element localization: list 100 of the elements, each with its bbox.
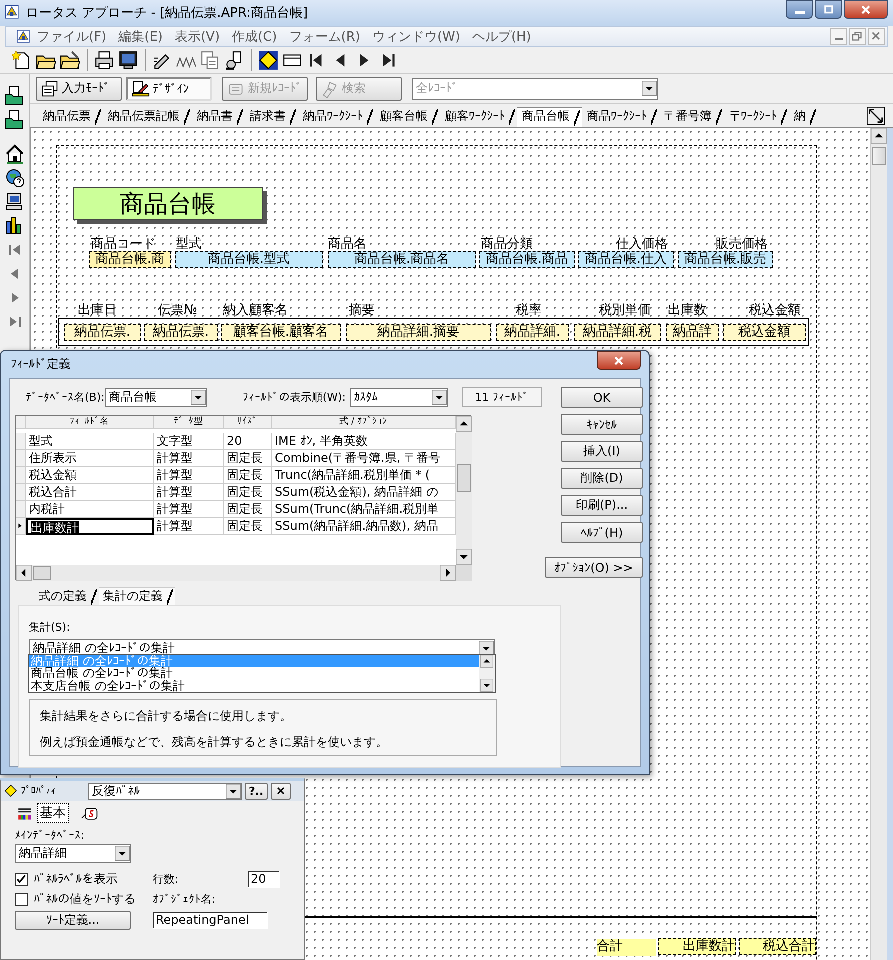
folder-icon[interactable]: [60, 50, 81, 70]
chart-icon[interactable]: [4, 216, 24, 236]
form-field[interactable]: 納品伝票.: [64, 324, 141, 341]
repeating-panel[interactable]: [58, 318, 809, 346]
column-header[interactable]: 式 / ｵﾌﾟｼｮﾝ: [272, 416, 456, 429]
scroll-thumb[interactable]: [872, 147, 886, 165]
computer-icon[interactable]: [4, 192, 24, 212]
row-count-field[interactable]: 20: [248, 871, 280, 888]
scroll-up-icon[interactable]: [456, 416, 472, 432]
scroll-down-icon[interactable]: [479, 679, 495, 692]
caret-icon[interactable]: [226, 784, 241, 798]
document-icon[interactable]: [16, 29, 31, 44]
form-field[interactable]: 顧客台帳.顧客名: [221, 324, 341, 341]
menu-item[interactable]: 作成(C): [226, 28, 284, 46]
table-cell[interactable]: 税込合計: [26, 484, 154, 501]
vertical-scrollbar[interactable]: [870, 128, 887, 960]
scroll-left-icon[interactable]: [16, 565, 32, 581]
form-field[interactable]: 納品伝票.: [144, 324, 218, 341]
options-button[interactable]: ｵﾌﾟｼｮﾝ(O) >>: [545, 557, 643, 578]
menu-item[interactable]: 表示(V): [168, 28, 226, 46]
scroll-up-icon[interactable]: [871, 128, 887, 144]
column-header[interactable]: ﾌｨｰﾙﾄﾞ名: [26, 416, 154, 429]
scroll-thumb[interactable]: [33, 566, 51, 580]
form-field[interactable]: 税込金額: [723, 324, 806, 341]
menu-item[interactable]: ファイル(F): [31, 28, 113, 46]
table-cell[interactable]: 型式: [26, 433, 154, 450]
folder-icon[interactable]: [4, 86, 24, 106]
scroll-up-icon[interactable]: [479, 655, 495, 668]
form-field[interactable]: 税込合計: [739, 938, 816, 955]
caret-icon[interactable]: [432, 390, 448, 404]
object-name-label: ｵﾌﾞｼﾞｪｸﾄ名:: [153, 892, 217, 907]
menu-item[interactable]: ウィンドウ(W): [366, 28, 466, 46]
form-field[interactable]: 商品台帳.型式: [175, 251, 323, 268]
input-mode-button[interactable]: 入力ﾓｰﾄﾞ: [36, 76, 122, 100]
minimize-button[interactable]: [830, 28, 847, 45]
pages-icon[interactable]: [200, 50, 221, 70]
form-field[interactable]: 出庫数計: [658, 938, 736, 955]
close-button[interactable]: [270, 782, 291, 800]
restore-button[interactable]: [849, 28, 866, 45]
object-name-field[interactable]: RepeatingPanel: [153, 912, 268, 929]
vertical-scrollbar[interactable]: [456, 416, 472, 565]
form-field[interactable]: 商品台帳.販売: [678, 251, 773, 268]
help-button[interactable]: ﾍﾙﾌﾟ(H): [561, 522, 643, 543]
close-button[interactable]: [597, 351, 641, 370]
scroll-down-icon[interactable]: [456, 549, 472, 565]
form-field[interactable]: 商品台帳.商品: [479, 251, 575, 268]
scroll-right-icon[interactable]: [440, 565, 456, 581]
column-header[interactable]: ｻｲｽﾞ: [224, 416, 272, 429]
delete-button[interactable]: 削除(D): [561, 468, 643, 489]
scroll-thumb[interactable]: [457, 464, 471, 492]
menu-item[interactable]: フォーム(R): [283, 28, 366, 46]
diamond-icon[interactable]: [258, 50, 279, 70]
table-cell[interactable]: 出庫数計: [26, 518, 154, 535]
form-field[interactable]: 納品詳細.摘要: [346, 324, 491, 341]
help-button[interactable]: ?..: [245, 782, 268, 800]
form-field[interactable]: 商品台帳.仕入: [578, 251, 674, 268]
close-button[interactable]: [844, 0, 888, 19]
sort-definition-button[interactable]: ｿｰﾄ定義...: [15, 911, 131, 930]
form-field[interactable]: 納品詳: [666, 324, 719, 341]
horizontal-scrollbar[interactable]: [16, 565, 456, 581]
help-icon[interactable]: [4, 168, 24, 188]
list-option[interactable]: 本支店台帳 の全ﾚｺｰﾄﾞの集計: [29, 680, 479, 692]
house-icon[interactable]: [4, 144, 24, 164]
menu-item[interactable]: ヘルプ(H): [466, 28, 538, 46]
resize-corner-icon[interactable]: [867, 106, 885, 124]
table-cell[interactable]: 住所表示: [26, 450, 154, 467]
minimize-button[interactable]: [786, 0, 813, 19]
row-selector[interactable]: [16, 518, 26, 535]
monitor-icon[interactable]: [118, 50, 139, 70]
column-header[interactable]: ﾃﾞｰﾀ型: [154, 416, 224, 429]
caret-icon[interactable]: [479, 640, 494, 656]
order-dropdown[interactable]: ｶｽﾀﾑ: [350, 388, 448, 406]
caret-icon[interactable]: [115, 846, 130, 861]
object-dropdown[interactable]: 反復ﾊﾟﾈﾙ: [88, 782, 242, 800]
ok-button[interactable]: OK: [561, 387, 643, 408]
database-dropdown[interactable]: 商品台帳: [104, 388, 207, 406]
insert-button[interactable]: 挿入(I): [561, 441, 643, 462]
tab[interactable]: 基本: [37, 803, 69, 823]
form-field[interactable]: 納品詳細.税: [574, 324, 661, 341]
tab[interactable]: 集計の定義: [99, 587, 175, 605]
cancel-button[interactable]: ｷｬﾝｾﾙ: [561, 414, 643, 435]
close-icon: [274, 785, 287, 797]
printer-icon[interactable]: [94, 50, 115, 70]
menu-item[interactable]: 編集(E): [112, 28, 169, 46]
main-database-dropdown[interactable]: 納品詳細: [15, 844, 131, 863]
table-cell[interactable]: 税込金額: [26, 467, 154, 484]
form-field[interactable]: 商品台帳.商: [89, 251, 171, 268]
table-cell[interactable]: 内税計: [26, 501, 154, 518]
print-button[interactable]: 印刷(P)...: [561, 495, 643, 516]
folder-icon[interactable]: [4, 110, 24, 130]
caret-icon[interactable]: [190, 390, 206, 404]
checkbox[interactable]: [15, 893, 28, 906]
dropdown-list[interactable]: 納品詳細 の全ﾚｺｰﾄﾞの集計 商品台帳 の全ﾚｺｰﾄﾞの集計 本支店台帳 の全ﾚｺｰﾄﾞの集計: [28, 654, 496, 693]
form-field[interactable]: 商品台帳.商品名: [328, 251, 476, 268]
view-tab[interactable]: 商品台帳: [517, 107, 582, 127]
form-field[interactable]: 納品詳細.: [496, 324, 569, 341]
checkbox[interactable]: [15, 873, 28, 886]
maximize-button[interactable]: [815, 0, 842, 19]
design-mode-button[interactable]: ﾃﾞｻﾞｲﾝ: [126, 76, 212, 100]
list-option[interactable]: 商品台帳 の全ﾚｺｰﾄﾞの集計: [29, 667, 479, 680]
